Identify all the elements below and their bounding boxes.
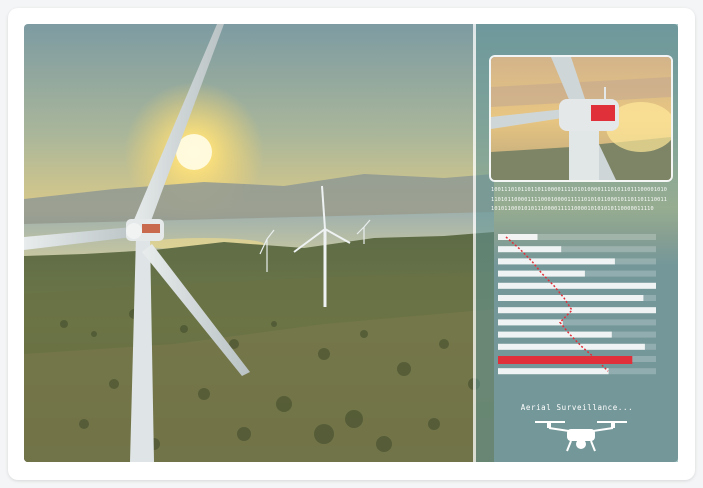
telemetry-bar <box>498 343 645 350</box>
telemetry-bar <box>498 331 612 338</box>
trend-line <box>505 236 609 372</box>
telemetry-bar <box>498 319 563 326</box>
binary-line: 1001110101101101100001111010100001110101… <box>491 187 667 193</box>
inset-camera-view <box>489 55 673 182</box>
binary-data-readout: 1001110101101101100001111010100001110101… <box>491 186 667 215</box>
telemetry-bar <box>498 234 538 240</box>
telemetry-bar-highlight <box>498 356 633 364</box>
telemetry-bar <box>498 295 644 301</box>
telemetry-bar-graph <box>498 234 656 375</box>
binary-line: 1010110001010111000011111000010101010110… <box>491 206 654 212</box>
binary-line: 1101011000011110001000011111010101100010… <box>491 196 667 203</box>
telemetry-bar <box>498 258 615 265</box>
drone-icon <box>535 421 627 452</box>
telemetry-bar <box>498 270 585 277</box>
telemetry-bar <box>498 282 656 289</box>
surveillance-caption: Aerial Surveillance... <box>520 403 634 412</box>
telemetry-bar <box>498 368 609 375</box>
telemetry-bar <box>498 246 562 253</box>
telemetry-bar <box>498 307 656 314</box>
